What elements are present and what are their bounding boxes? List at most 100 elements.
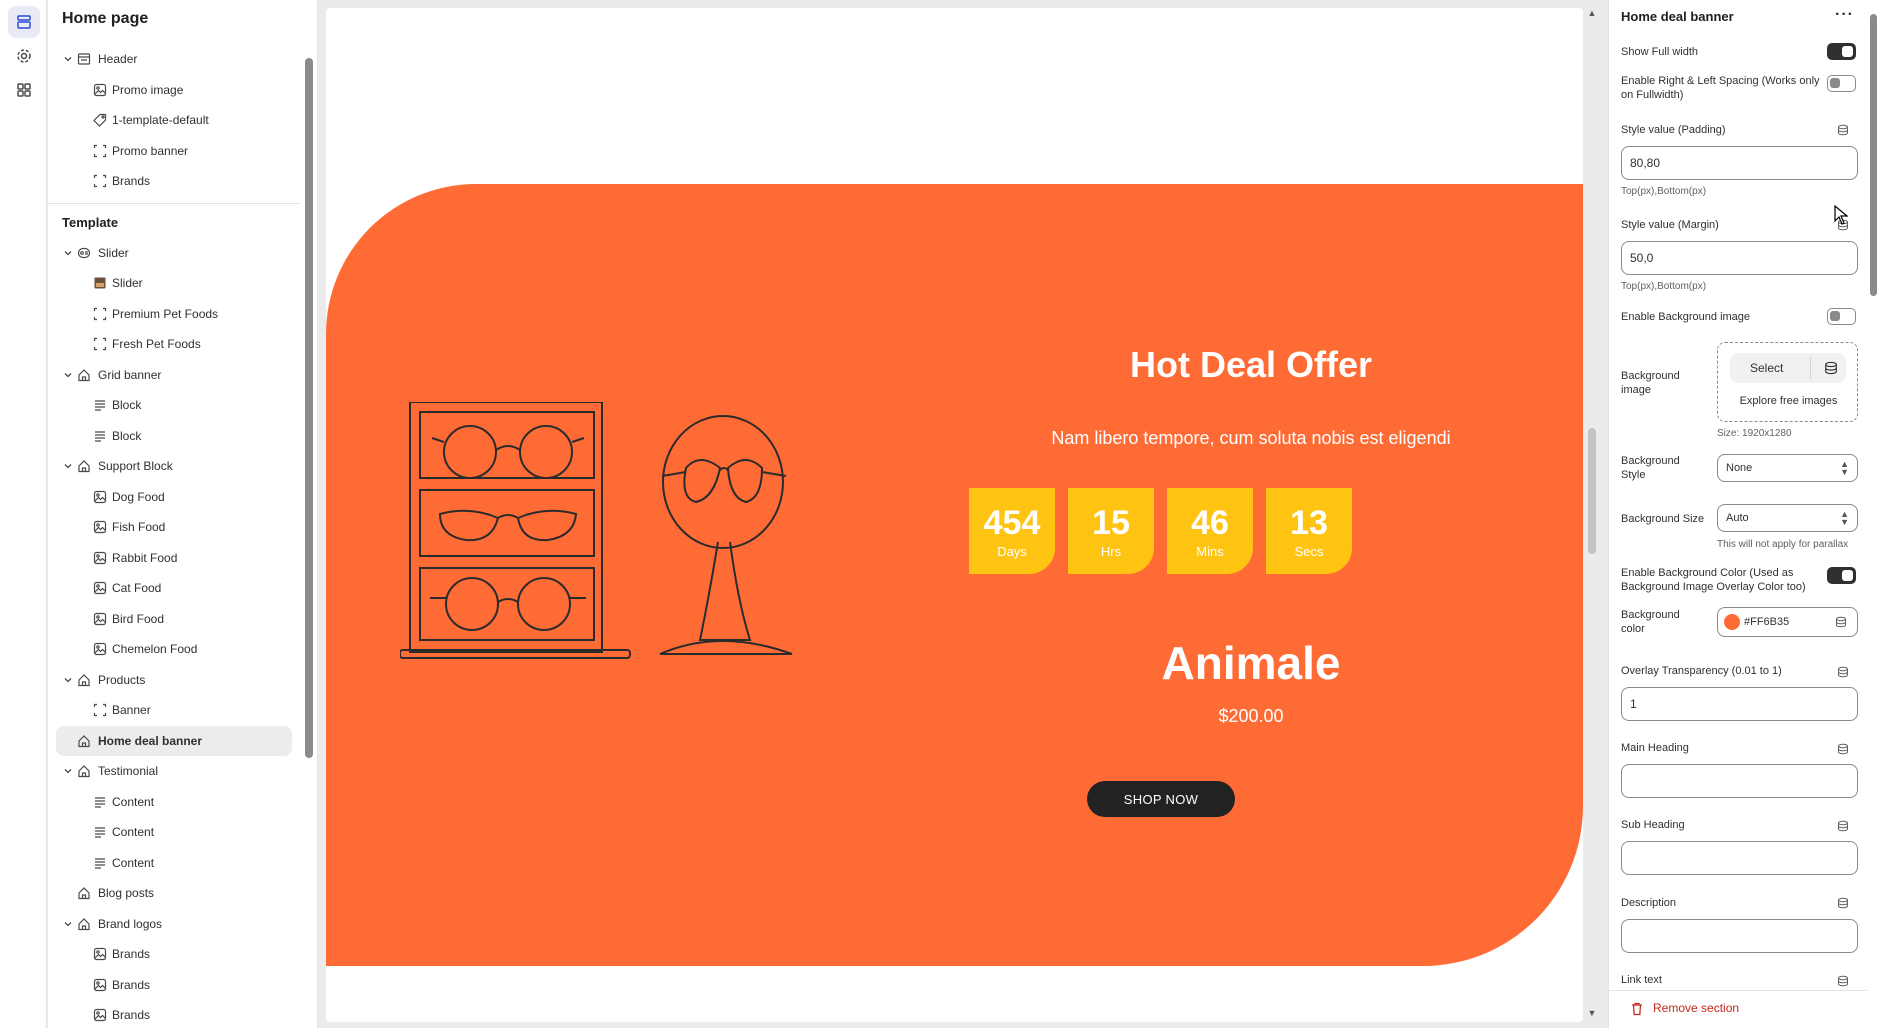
tree-item-slider[interactable]: Slider [48,268,300,299]
tree-item-dog-food[interactable]: Dog Food [48,482,300,513]
tree-item-banner[interactable]: Banner [48,695,300,726]
image-icon [93,581,107,595]
tree-item-home-deal-banner[interactable]: Home deal banner [56,725,292,756]
tree-item-support-block[interactable]: Support Block [48,451,300,482]
chevron-down-icon[interactable] [62,918,74,930]
sections-nav-button[interactable] [8,6,40,38]
dynamic-source-icon[interactable] [1837,124,1849,136]
countdown-unit: Mins [1196,543,1224,559]
enable-bg-color-toggle[interactable] [1827,567,1856,584]
description-input[interactable] [1621,919,1858,953]
tree-item-slider[interactable]: Slider [48,238,300,269]
preview-scrollbar[interactable]: ▲ ▼ [1585,0,1599,1028]
padding-input[interactable]: 80,80 [1621,146,1858,180]
tree-item-label: Products [98,672,146,687]
dynamic-source-icon[interactable] [1835,616,1847,628]
remove-section-button[interactable]: Remove section [1609,990,1867,1028]
tree-item-fresh-pet-foods[interactable]: Fresh Pet Foods [48,329,300,360]
tree-item-rabbit-food[interactable]: Rabbit Food [48,543,300,574]
overlay-label: Overlay Transparency (0.01 to 1) [1621,665,1782,677]
bg-size-value: Auto [1726,512,1749,524]
sidebar-scrollbar[interactable] [303,44,313,1028]
explore-free-images-link[interactable]: Explore free images [1718,395,1859,407]
scroll-down-icon[interactable]: ▼ [1587,1008,1597,1018]
tree-item-block[interactable]: Block [48,421,300,452]
tree-item-content[interactable]: Content [48,787,300,818]
tree-item-brands[interactable]: Brands [48,1000,300,1028]
more-options-icon[interactable]: ··· [1835,6,1854,24]
tree-item-1-template-default[interactable]: 1-template-default [48,105,300,136]
apps-button[interactable] [8,74,40,106]
bg-color-picker[interactable]: #FF6B35 [1717,607,1858,637]
tree-item-chemelon-food[interactable]: Chemelon Food [48,634,300,665]
enable-bg-image-toggle[interactable] [1827,308,1856,325]
panel-scroll-thumb[interactable] [1870,14,1877,296]
chevron-down-icon[interactable] [62,369,74,381]
countdown-unit: Days [997,543,1027,559]
bg-color-label: Background color [1621,609,1680,635]
tree-item-fish-food[interactable]: Fish Food [48,512,300,543]
shop-now-button[interactable]: SHOP NOW [1087,781,1235,817]
spacing-toggle[interactable] [1827,75,1856,92]
chevron-down-icon[interactable] [62,674,74,686]
sidebar-scroll-thumb[interactable] [305,58,313,758]
tree-item-testimonial[interactable]: Testimonial [48,756,300,787]
panel-title: Home deal banner [1621,9,1734,24]
tree-item-label: Slider [112,276,143,291]
tree-item-label: Brands [112,174,151,189]
chevron-down-icon[interactable] [62,247,74,259]
tree-item-promo-image[interactable]: Promo image [48,75,300,106]
tree-item-grid-banner[interactable]: Grid banner [48,360,300,391]
chevron-down-icon[interactable] [62,53,74,65]
text-lines-icon [93,825,107,839]
padding-label: Style value (Padding) [1621,124,1726,136]
dynamic-source-icon[interactable] [1837,820,1849,832]
image-icon [93,551,107,565]
sub-heading-input[interactable] [1621,841,1858,875]
image-icon [93,1008,107,1022]
dynamic-source-icon[interactable] [1837,666,1849,678]
main-heading-input[interactable] [1621,764,1858,798]
icon-rail [0,0,47,1028]
margin-input[interactable]: 50,0 [1621,241,1858,275]
scroll-up-icon[interactable]: ▲ [1587,8,1597,18]
chevron-down-icon[interactable] [62,460,74,472]
tree-item-block[interactable]: Block [48,390,300,421]
theme-settings-button[interactable] [8,40,40,72]
tree-item-brand-logos[interactable]: Brand logos [48,909,300,940]
tree-item-header[interactable]: Header [48,44,300,75]
dynamic-source-icon[interactable] [1824,361,1838,375]
select-image-button[interactable]: Select [1730,353,1846,383]
remove-section-label: Remove section [1653,1001,1740,1015]
countdown-timer: 454 Days 15 Hrs 46 Mins 13 Secs [969,488,1352,574]
tree-item-blog-posts[interactable]: Blog posts [48,878,300,909]
dynamic-source-icon[interactable] [1837,897,1849,909]
dynamic-source-icon[interactable] [1837,743,1849,755]
padding-hint: Top(px),Bottom(px) [1621,186,1707,197]
tree-item-content[interactable]: Content [48,848,300,879]
tree-item-premium-pet-foods[interactable]: Premium Pet Foods [48,299,300,330]
deal-banner[interactable]: Hot Deal Offer Nam libero tempore, cum s… [326,184,1583,966]
tree-item-brands[interactable]: Brands [48,166,300,197]
bg-style-select[interactable]: None ▲ ▼ [1717,454,1858,482]
tree-item-brands[interactable]: Brands [48,970,300,1001]
image-icon [93,612,107,626]
chevron-down-icon[interactable] [62,765,74,777]
bg-size-select[interactable]: Auto ▲ ▼ [1717,504,1858,532]
tree-item-cat-food[interactable]: Cat Food [48,573,300,604]
tree-item-label: Grid banner [98,367,162,382]
overlay-input[interactable]: 1 [1621,687,1858,721]
tree-item-label: Content [112,794,155,809]
section-frame-icon [93,703,107,717]
tree-item-content[interactable]: Content [48,817,300,848]
tree-item-bird-food[interactable]: Bird Food [48,604,300,635]
tree-item-brands[interactable]: Brands [48,939,300,970]
tree-item-products[interactable]: Products [48,665,300,696]
tag-icon [93,113,107,128]
tree-item-promo-banner[interactable]: Promo banner [48,136,300,167]
dynamic-source-icon[interactable] [1837,975,1849,987]
preview-scroll-thumb[interactable] [1588,428,1596,554]
color-swatch[interactable] [1724,614,1740,630]
panel-scrollbar[interactable] [1867,0,1879,1028]
show-full-width-toggle[interactable] [1827,43,1856,60]
